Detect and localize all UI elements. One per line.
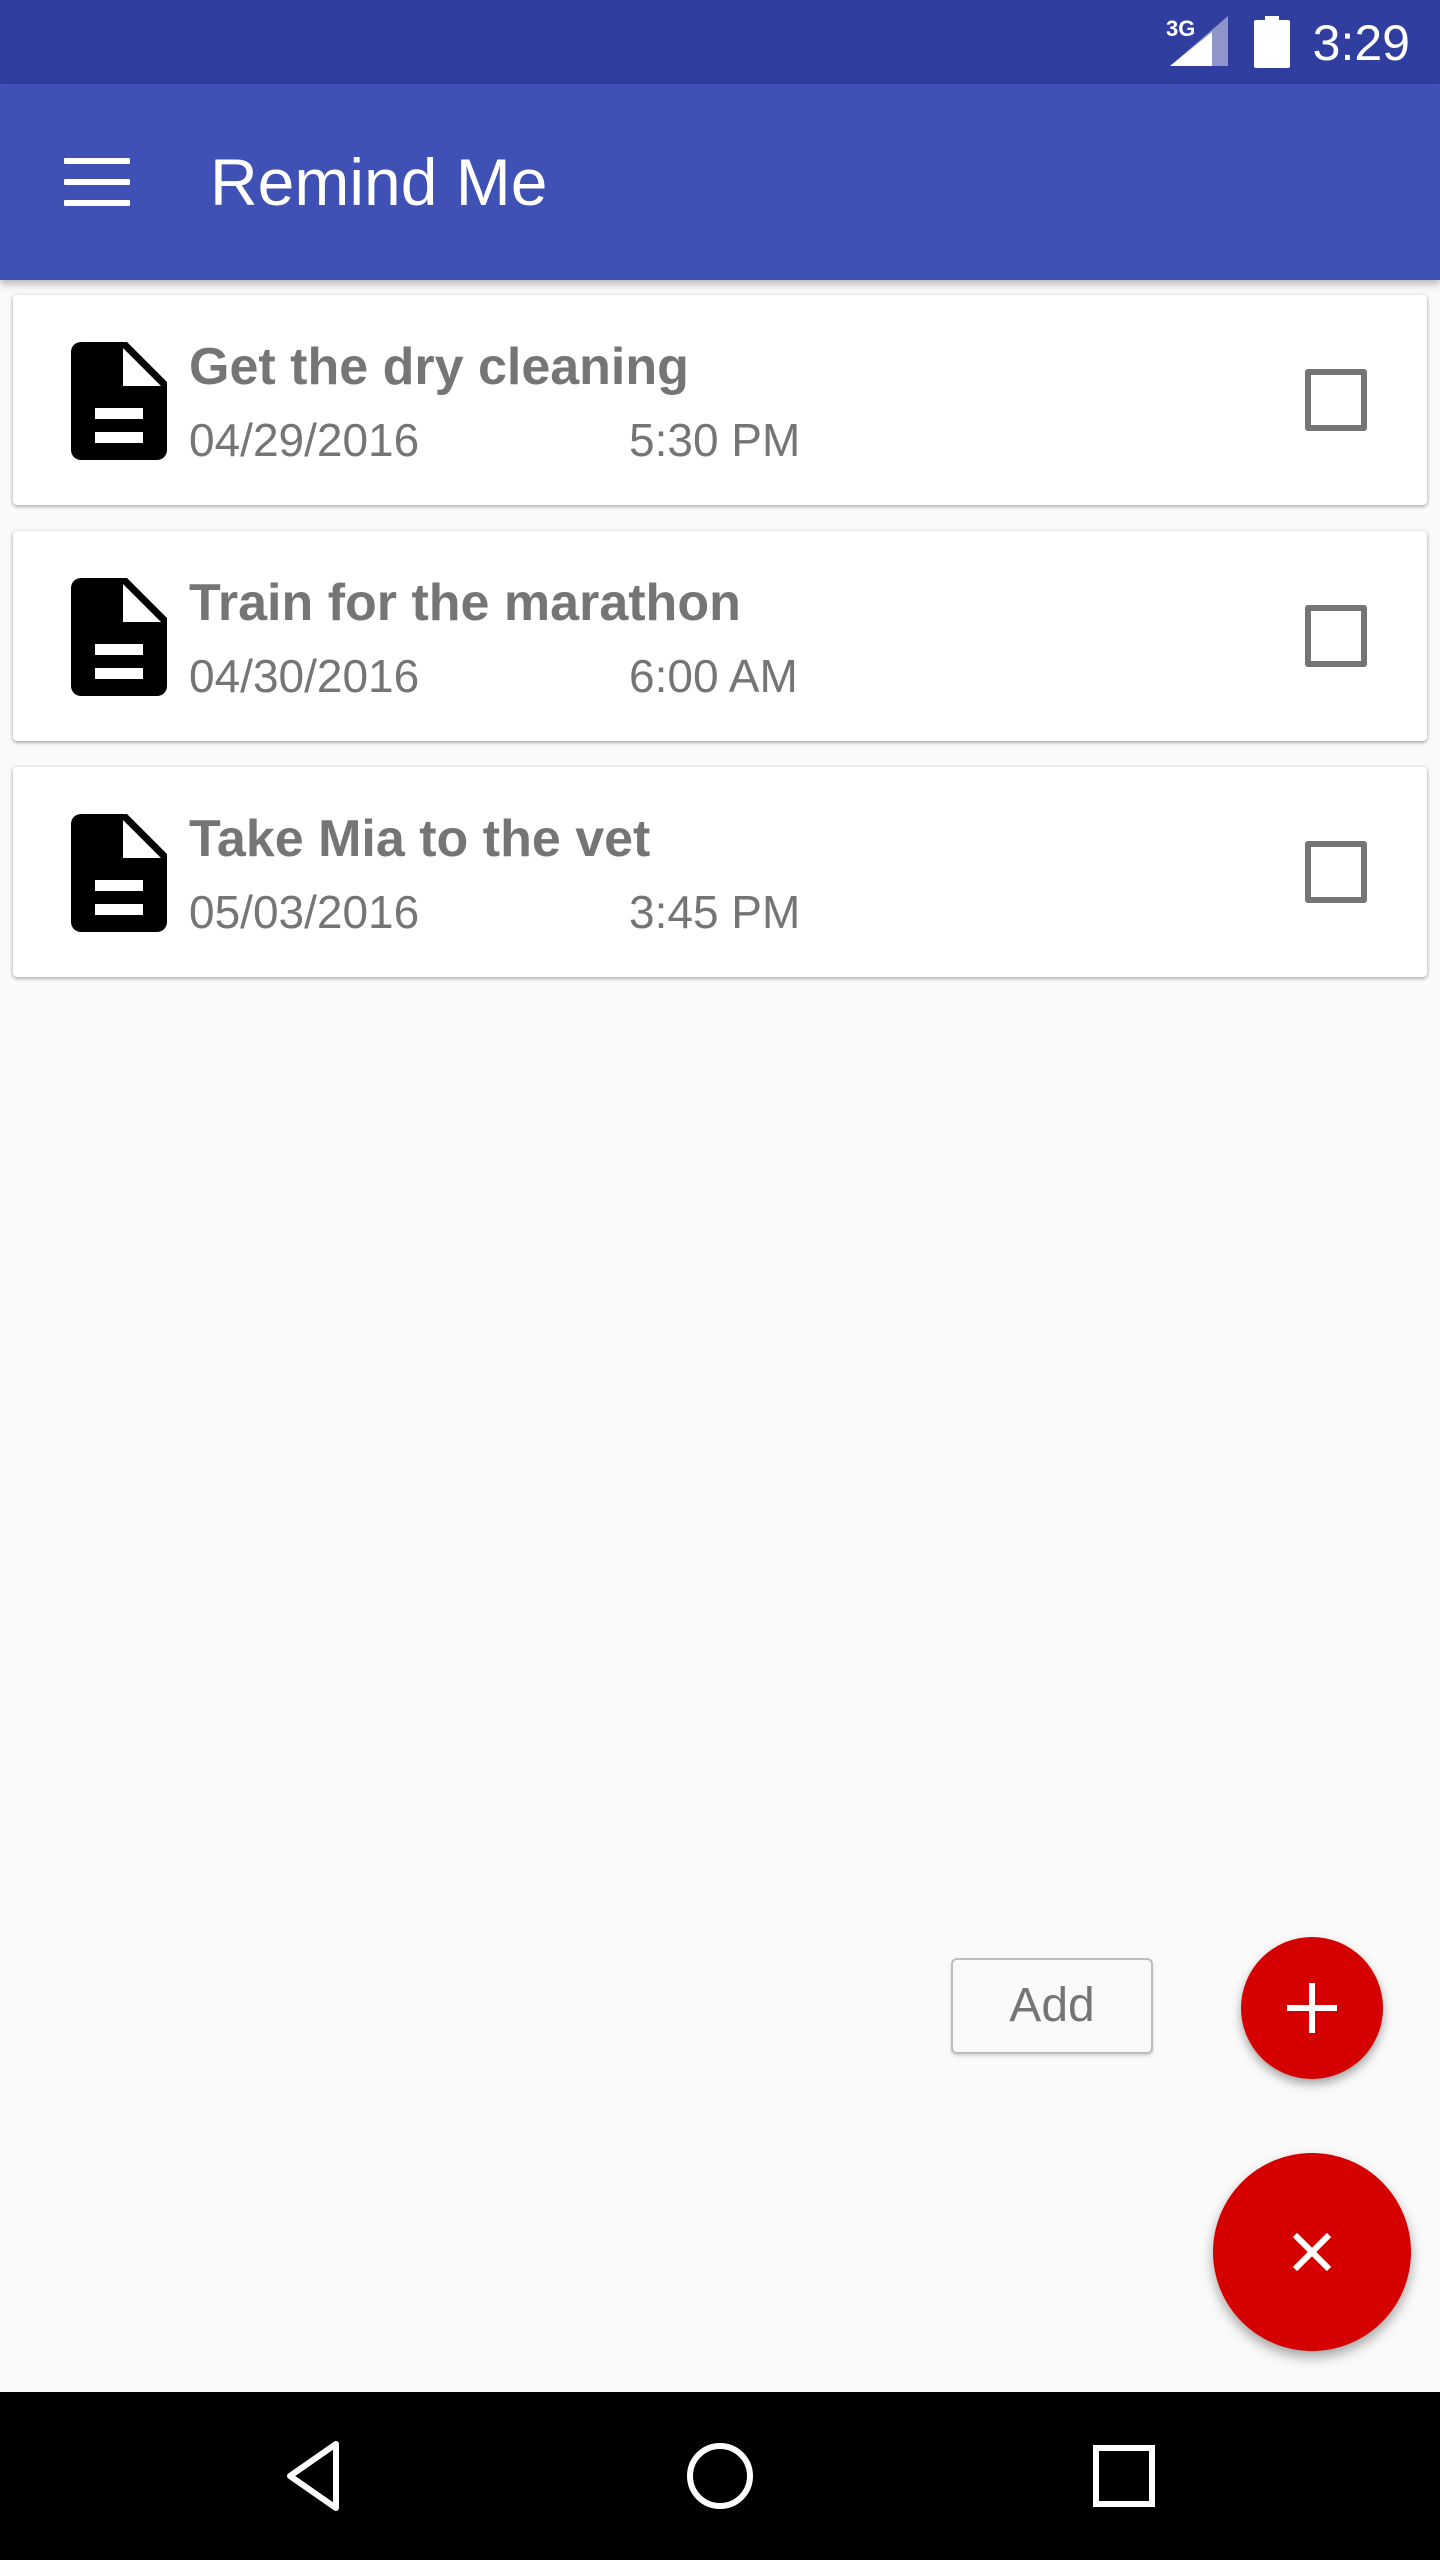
document-icon xyxy=(71,814,167,932)
signal-icon xyxy=(1170,16,1228,66)
reminder-date: 04/29/2016 xyxy=(189,414,420,466)
back-icon[interactable] xyxy=(274,2434,358,2518)
app-bar: Remind Me xyxy=(0,84,1440,280)
home-icon[interactable] xyxy=(678,2434,762,2518)
reminder-time: 5:30 PM xyxy=(629,414,801,466)
reminder-card[interactable]: Get the dry cleaning 04/29/2016 5:30 PM xyxy=(13,295,1427,505)
reminder-card[interactable]: Train for the marathon 04/30/2016 6:00 A… xyxy=(13,531,1427,741)
close-fab-button[interactable] xyxy=(1213,2153,1411,2351)
document-icon xyxy=(71,342,167,460)
reminder-title: Take Mia to the vet xyxy=(189,810,651,868)
reminder-time: 3:45 PM xyxy=(629,886,801,938)
add-reminder-button[interactable] xyxy=(1241,1937,1383,2079)
status-clock: 3:29 xyxy=(1312,15,1410,71)
reminder-date: 05/03/2016 xyxy=(189,886,420,938)
reminder-date: 04/30/2016 xyxy=(189,650,420,702)
plus-icon xyxy=(1287,1983,1337,2033)
document-icon xyxy=(71,578,167,696)
hamburger-menu-icon[interactable] xyxy=(64,158,130,206)
battery-icon xyxy=(1254,16,1290,68)
status-bar: 3G 3:29 xyxy=(0,0,1440,84)
recents-icon[interactable] xyxy=(1082,2434,1166,2518)
reminder-checkbox[interactable] xyxy=(1305,841,1367,903)
close-icon xyxy=(1292,2232,1332,2272)
reminder-card[interactable]: Take Mia to the vet 05/03/2016 3:45 PM xyxy=(13,767,1427,977)
reminder-time: 6:00 AM xyxy=(629,650,798,702)
app-title: Remind Me xyxy=(210,145,548,219)
navigation-bar xyxy=(0,2392,1440,2560)
reminder-title: Train for the marathon xyxy=(189,574,741,632)
add-label[interactable]: Add xyxy=(951,1958,1153,2054)
reminder-title: Get the dry cleaning xyxy=(189,338,689,396)
reminder-checkbox[interactable] xyxy=(1305,605,1367,667)
reminder-checkbox[interactable] xyxy=(1305,369,1367,431)
